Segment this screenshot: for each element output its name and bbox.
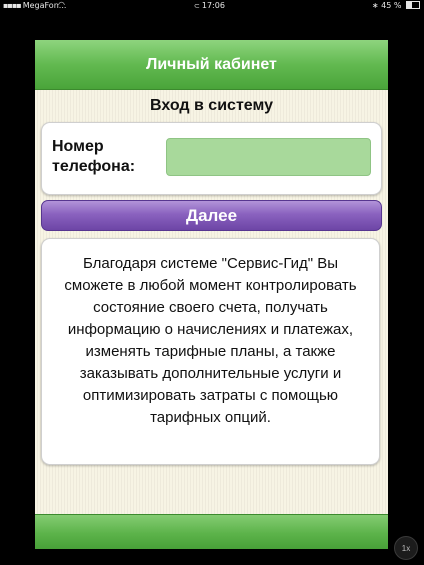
phone-card: Номер телефона: (41, 122, 382, 195)
info-text: Благодаря системе "Сервис-Гид" Вы сможет… (64, 255, 357, 426)
nav-bar: Личный кабинет (35, 40, 388, 90)
screen: ▪▪▪▪ MegaFon... ◠ ⊂ 17:06 ∗ 45 % Личный ка… (0, 0, 424, 565)
bluetooth-icon: ∗ (371, 1, 379, 10)
carrier-area: ▪▪▪▪ MegaFon... (3, 1, 66, 10)
next-button[interactable]: Далее (41, 200, 382, 231)
tab-bar (35, 514, 388, 549)
nav-title: Личный кабинет (146, 56, 277, 73)
status-bar: ▪▪▪▪ MegaFon... ◠ ⊂ 17:06 ∗ 45 % (0, 0, 424, 12)
info-card: Благодаря системе "Сервис-Гид" Вы сможет… (41, 238, 380, 465)
app-window: Личный кабинет Вход в систему Номер теле… (35, 40, 388, 549)
battery-percent: 45 % (381, 1, 402, 10)
status-time: 17:06 (201, 1, 225, 10)
lock-icon: ⊂ (194, 2, 200, 10)
phone-input[interactable] (166, 138, 371, 176)
phone-label: Номер телефона: (52, 138, 136, 175)
status-right: ∗ 45 % (372, 1, 420, 10)
status-time-area: ⊂ 17:06 (194, 1, 225, 10)
zoom-button[interactable]: 1x (394, 536, 418, 560)
signal-icon: ▪▪▪▪ (3, 1, 22, 10)
login-title: Вход в систему (150, 97, 273, 114)
battery-icon (406, 1, 420, 9)
wifi-icon: ◠ (58, 0, 65, 9)
